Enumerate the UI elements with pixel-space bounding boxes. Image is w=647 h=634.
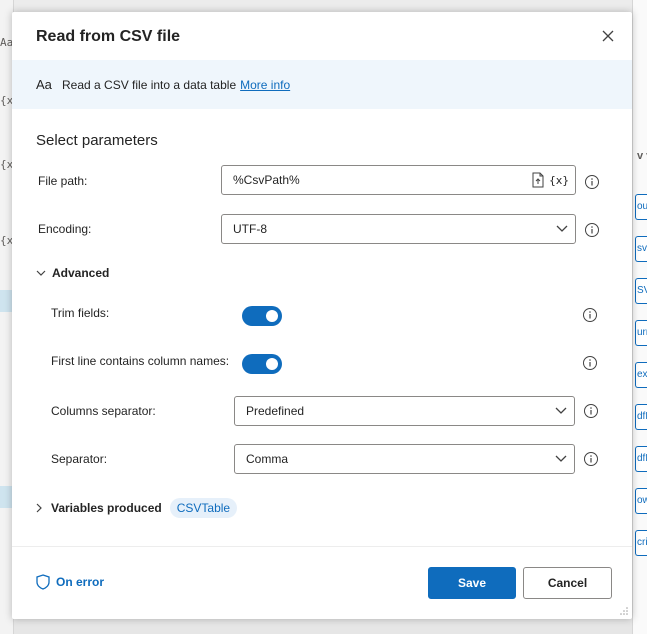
on-error-button[interactable]: On error bbox=[36, 574, 104, 590]
dialog-title: Read from CSV file bbox=[36, 28, 181, 45]
variables-produced-label: Variables produced bbox=[51, 501, 162, 515]
resize-grip-icon[interactable] bbox=[619, 606, 629, 616]
separator-dropdown[interactable]: Comma bbox=[234, 444, 575, 474]
background-variable-item: dfFi bbox=[635, 404, 647, 430]
first-line-headers-toggle[interactable] bbox=[242, 354, 282, 374]
advanced-label: Advanced bbox=[52, 266, 110, 280]
shield-icon bbox=[36, 574, 50, 590]
action-description: Read a CSV file into a data table bbox=[62, 77, 237, 92]
background-variable-item: svP bbox=[635, 236, 647, 262]
background-app-top bbox=[14, 0, 632, 12]
description-bar: Aa Read a CSV file into a data table Mor… bbox=[12, 60, 632, 109]
file-path-label: File path: bbox=[38, 174, 88, 188]
footer-divider bbox=[12, 546, 632, 547]
read-csv-dialog: Read from CSV file Aa Read a CSV file in… bbox=[12, 12, 632, 619]
columns-separator-dropdown[interactable]: Predefined bbox=[234, 396, 575, 426]
trim-fields-toggle[interactable] bbox=[242, 306, 282, 326]
more-info-link[interactable]: More info bbox=[240, 78, 290, 92]
trim-fields-label: Trim fields: bbox=[51, 306, 110, 320]
variables-produced-toggle[interactable]: Variables produced CSVTable bbox=[36, 498, 238, 518]
encoding-info-icon[interactable] bbox=[584, 222, 600, 238]
columns-separator-label: Columns separator: bbox=[51, 404, 156, 418]
background-variable-item: dfFi bbox=[635, 446, 647, 472]
chevron-down-icon bbox=[548, 455, 574, 463]
toggle-knob bbox=[266, 358, 278, 370]
trim-fields-info-icon[interactable] bbox=[582, 307, 598, 323]
first-line-headers-label: First line contains column names: bbox=[51, 354, 230, 368]
file-picker-icon[interactable] bbox=[531, 172, 545, 188]
section-title: Select parameters bbox=[36, 132, 158, 149]
chevron-down-icon bbox=[548, 407, 574, 415]
text-action-icon: Aa bbox=[36, 77, 52, 92]
encoding-value: UTF-8 bbox=[233, 222, 267, 236]
file-path-info-icon[interactable] bbox=[584, 174, 600, 190]
encoding-dropdown[interactable]: UTF-8 bbox=[221, 214, 576, 244]
file-path-input[interactable]: %CsvPath% {x} bbox=[221, 165, 576, 195]
background-variables-header: v v bbox=[637, 150, 647, 162]
toggle-knob bbox=[266, 310, 278, 322]
background-variable-item: urre bbox=[635, 320, 647, 346]
encoding-label: Encoding: bbox=[38, 222, 92, 236]
chevron-down-icon bbox=[549, 225, 575, 233]
columns-separator-value: Predefined bbox=[246, 404, 305, 418]
save-button[interactable]: Save bbox=[428, 567, 516, 599]
background-variable-item: ouri bbox=[635, 194, 647, 220]
close-icon bbox=[602, 30, 614, 42]
advanced-toggle[interactable]: Advanced bbox=[36, 266, 109, 280]
cancel-button[interactable]: Cancel bbox=[523, 567, 612, 599]
chevron-down-icon bbox=[36, 270, 46, 276]
background-variables-pane: v v ouri svP SVT urre extS dfFi dfFi owe… bbox=[632, 0, 647, 634]
columns-separator-info-icon[interactable] bbox=[583, 403, 599, 419]
close-button[interactable] bbox=[598, 26, 618, 46]
background-variable-item: SVT bbox=[635, 278, 647, 304]
separator-info-icon[interactable] bbox=[583, 451, 599, 467]
background-variable-item: owe bbox=[635, 488, 647, 514]
background-variable-item: cript bbox=[635, 530, 647, 556]
first-line-headers-info-icon[interactable] bbox=[582, 355, 598, 371]
separator-value: Comma bbox=[246, 452, 289, 466]
separator-label: Separator: bbox=[51, 452, 108, 466]
file-path-value: %CsvPath% bbox=[233, 173, 300, 187]
on-error-label: On error bbox=[56, 575, 105, 589]
insert-variable-icon[interactable]: {x} bbox=[549, 174, 569, 187]
chevron-right-icon bbox=[36, 503, 42, 513]
background-variable-item: extS bbox=[635, 362, 647, 388]
variable-pill-csvtable[interactable]: CSVTable bbox=[169, 498, 238, 518]
